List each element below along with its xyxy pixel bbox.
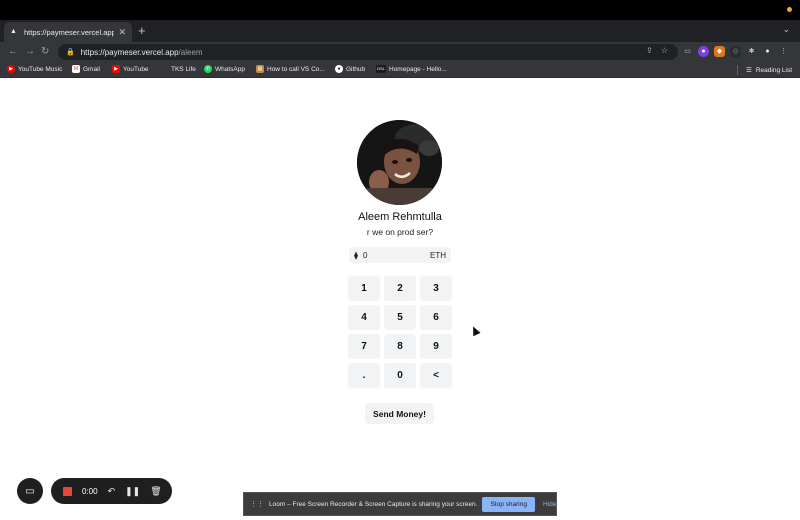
reading-list-label: Reading List	[755, 66, 792, 74]
extension-green-icon[interactable]: ◎	[730, 46, 741, 57]
tks-icon	[160, 65, 168, 73]
url-text: https://paymeser.vercel.app/aleem	[81, 48, 203, 57]
bookmark-label: Homepage - Hello...	[389, 65, 447, 73]
bookmark-vscode[interactable]: ▤ How to call VS Co...	[256, 65, 325, 73]
profile-icon[interactable]: ●	[762, 46, 773, 57]
address-bar[interactable]: 🔒 https://paymeser.vercel.app/aleem ⇪ ☆	[58, 44, 678, 60]
bookmarks-bar: ▶ YouTube Music M Gmail ▶ YouTube TKS Li…	[0, 62, 800, 78]
amount-input[interactable]: ⧫ 0 ETH	[349, 247, 451, 263]
avatar	[357, 120, 442, 205]
key-5[interactable]: 5	[384, 305, 416, 330]
key-8[interactable]: 8	[384, 334, 416, 359]
url-host: https://paymeser.vercel.app	[80, 47, 179, 57]
key-2[interactable]: 2	[384, 276, 416, 301]
trash-icon[interactable]: 🗑	[150, 486, 161, 497]
stop-sharing-button[interactable]: Stop sharing	[482, 496, 535, 512]
screen-share-bar: ⋮⋮ Loom – Free Screen Recorder & Screen …	[243, 492, 557, 516]
amount-value: 0	[362, 250, 368, 260]
tab-title: https://paymeser.vercel.app/al	[24, 27, 115, 37]
bookmark-tks-life[interactable]: TKS Life	[160, 65, 196, 73]
page-content: Aleem Rehmtulla r we on prod ser? ⧫ 0 ET…	[0, 78, 800, 520]
key-decimal[interactable]: .	[348, 363, 380, 388]
key-3[interactable]: 3	[420, 276, 452, 301]
bookmark-homepage[interactable]: DSL Homepage - Hello...	[376, 65, 447, 73]
reading-list-icon: ☰	[746, 67, 752, 74]
new-tab-button[interactable]: +	[138, 23, 146, 39]
video-camera-icon: ▭	[25, 485, 35, 497]
profile-name: Aleem Rehmtulla	[358, 211, 442, 223]
notification-dot	[787, 7, 792, 12]
loom-controls: 0:00 ↶ ❚❚ 🗑	[51, 478, 172, 504]
forward-button[interactable]: →	[25, 45, 35, 59]
key-7[interactable]: 7	[348, 334, 380, 359]
lock-icon[interactable]: 🔒	[66, 48, 75, 56]
bookmark-label: WhatsApp	[215, 65, 245, 73]
hide-button[interactable]: Hide	[543, 501, 556, 508]
drag-handle-icon[interactable]: ⋮⋮	[250, 500, 264, 508]
tab-active[interactable]: ▲ https://paymeser.vercel.app/al ✕	[4, 22, 132, 42]
bookmark-label: YouTube Music	[18, 65, 63, 73]
whatsapp-icon: ✆	[204, 65, 212, 73]
ethereum-icon: ⧫	[354, 250, 358, 260]
site-favicon-icon: ▲	[10, 28, 17, 35]
mouse-cursor-icon	[469, 324, 481, 337]
close-tab-icon[interactable]: ✕	[118, 27, 126, 38]
key-4[interactable]: 4	[348, 305, 380, 330]
undo-icon[interactable]: ↶	[108, 486, 116, 497]
bookmark-label: Gmail	[83, 65, 100, 73]
dsl-icon: DSL	[376, 65, 386, 73]
loom-camera-button[interactable]: ▭	[17, 478, 43, 504]
bookmark-label: How to call VS Co...	[267, 65, 325, 73]
youtube-music-icon: ▶	[7, 65, 15, 73]
bookmark-github[interactable]: ● Github	[335, 65, 365, 73]
share-icon[interactable]: ⇪	[646, 46, 653, 55]
key-6[interactable]: 6	[420, 305, 452, 330]
extensions-area: ▭ ● ◆ ◎ ✱ ● ⋮	[682, 46, 789, 57]
recording-time: 0:00	[82, 486, 98, 496]
send-money-button[interactable]: Send Money!	[365, 403, 434, 424]
reader-icon[interactable]: ▭	[682, 46, 693, 57]
back-button[interactable]: ←	[8, 45, 18, 59]
key-backspace[interactable]: <	[420, 363, 452, 388]
key-1[interactable]: 1	[348, 276, 380, 301]
page-icon: ▤	[256, 65, 264, 73]
extensions-puzzle-icon[interactable]: ✱	[746, 46, 757, 57]
reload-button[interactable]: ↻	[41, 45, 49, 59]
url-path: /aleem	[178, 47, 203, 57]
avatar-photo	[357, 120, 442, 205]
keypad: 1 2 3 4 5 6 7 8 9 . 0 <	[348, 276, 452, 388]
youtube-icon: ▶	[112, 65, 120, 73]
tab-search-icon[interactable]: ⌄	[782, 24, 790, 35]
bookmark-whatsapp[interactable]: ✆ WhatsApp	[204, 65, 245, 73]
github-icon: ●	[335, 65, 343, 73]
bookmark-divider	[737, 65, 739, 75]
bookmark-star-icon[interactable]: ☆	[661, 46, 668, 55]
more-menu-icon[interactable]: ⋮	[778, 46, 789, 57]
metamask-icon[interactable]: ◆	[714, 46, 725, 57]
stop-recording-button[interactable]	[63, 486, 72, 496]
reading-list[interactable]: ☰ Reading List	[737, 65, 792, 75]
bookmark-gmail[interactable]: M Gmail	[72, 65, 100, 73]
os-menu-bar	[0, 0, 800, 20]
tab-strip: ▲ https://paymeser.vercel.app/al ✕ + ⌄	[0, 20, 800, 42]
profile-bio: r we on prod ser?	[366, 227, 434, 237]
extension-purple-icon[interactable]: ●	[698, 46, 709, 57]
gmail-icon: M	[72, 65, 80, 73]
bookmark-label: YouTube	[123, 65, 149, 73]
bookmark-youtube[interactable]: ▶ YouTube	[112, 65, 149, 73]
key-0[interactable]: 0	[384, 363, 416, 388]
browser-toolbar: ← → ↻ 🔒 https://paymeser.vercel.app/alee…	[0, 42, 800, 62]
bookmark-label: Github	[346, 65, 366, 73]
share-message: Loom – Free Screen Recorder & Screen Cap…	[269, 500, 478, 508]
bookmark-youtube-music[interactable]: ▶ YouTube Music	[7, 65, 62, 73]
pause-icon[interactable]: ❚❚	[125, 486, 140, 497]
currency-label: ETH	[430, 250, 446, 260]
key-9[interactable]: 9	[420, 334, 452, 359]
bookmark-label: TKS Life	[171, 65, 196, 73]
